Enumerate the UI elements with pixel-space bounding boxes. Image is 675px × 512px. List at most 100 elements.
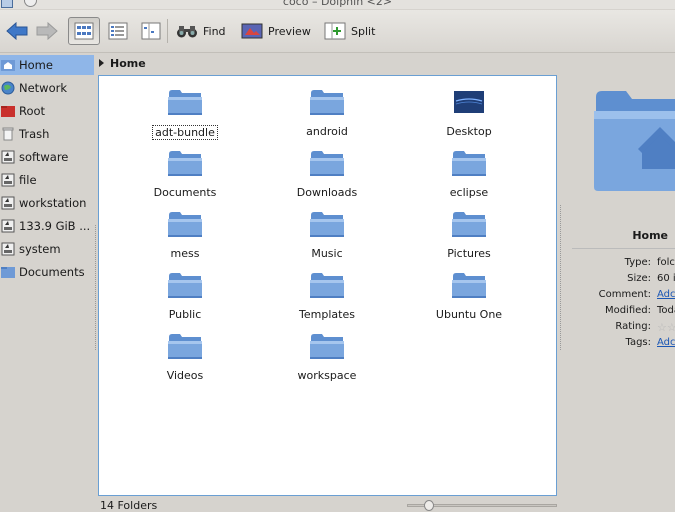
- place-item-133-9-gib[interactable]: 133.9 GiB ...: [0, 216, 94, 236]
- zoom-slider-handle[interactable]: [424, 500, 434, 511]
- file-item-label: android: [306, 125, 348, 138]
- breadcrumb-arrow-icon[interactable]: [99, 59, 104, 67]
- places-panel: Home Network Root Trash software file workstat…: [0, 53, 95, 511]
- status-text: 14 Folders: [100, 499, 158, 512]
- breadcrumb[interactable]: Home: [99, 55, 146, 71]
- drive-icon: [1, 196, 15, 210]
- drive-icon: [1, 173, 15, 187]
- file-item-documents[interactable]: Documents: [130, 150, 240, 199]
- file-item-label: workspace: [297, 369, 357, 382]
- folder-icon: [452, 151, 486, 176]
- info-property-row: Size: 60 i: [562, 273, 675, 287]
- star-icon[interactable]: ☆: [657, 321, 667, 334]
- info-property-key: Size:: [627, 273, 651, 284]
- file-item-eclipse[interactable]: eclipse: [414, 150, 524, 199]
- forward-button[interactable]: [32, 17, 62, 45]
- place-item-root[interactable]: Root: [0, 101, 94, 121]
- info-property-value: folc: [657, 257, 675, 268]
- place-item-label: Root: [19, 104, 46, 118]
- file-item-templates[interactable]: Templates: [272, 272, 382, 321]
- zoom-slider[interactable]: [407, 500, 557, 511]
- details-view-button[interactable]: [104, 17, 132, 45]
- toolbar-separator: [167, 19, 168, 43]
- title-bar: coco – Dolphin <2>: [0, 0, 675, 9]
- rating-stars[interactable]: ☆☆: [657, 321, 675, 334]
- file-item-pictures[interactable]: Pictures: [414, 211, 524, 260]
- drive-icon: [1, 242, 15, 256]
- arrow-left-icon: [6, 22, 28, 40]
- place-item-label: workstation: [19, 196, 87, 210]
- info-property-row: Type: folc: [562, 257, 675, 271]
- place-item-software[interactable]: software: [0, 147, 94, 167]
- file-item-workspace[interactable]: workspace: [272, 333, 382, 382]
- place-item-system[interactable]: system: [0, 239, 94, 259]
- preview-icon: [241, 23, 263, 39]
- drive-icon: [1, 219, 15, 233]
- place-item-file[interactable]: file: [0, 170, 94, 190]
- file-item-label: eclipse: [449, 186, 489, 199]
- file-item-label: adt-bundle: [152, 125, 218, 140]
- file-item-adt-bundle[interactable]: adt-bundle: [130, 89, 240, 140]
- root-folder-icon: [1, 106, 15, 117]
- folder-icon: [452, 273, 486, 298]
- trash-icon: [2, 127, 14, 141]
- info-property-link[interactable]: Adc: [657, 289, 675, 300]
- breadcrumb-home[interactable]: Home: [110, 57, 146, 70]
- place-item-network[interactable]: Network: [0, 78, 94, 98]
- info-property-key: Tags:: [625, 337, 651, 348]
- find-label: Find: [203, 24, 226, 38]
- split-icon: [324, 22, 346, 40]
- folder-icon: [1, 267, 15, 278]
- place-item-label: Trash: [19, 127, 50, 141]
- place-item-trash[interactable]: Trash: [0, 124, 94, 144]
- split-button[interactable]: Split: [320, 17, 379, 45]
- file-item-public[interactable]: Public: [130, 272, 240, 321]
- file-item-ubuntu-one[interactable]: Ubuntu One: [414, 272, 524, 321]
- columns-view-button[interactable]: [137, 17, 165, 45]
- file-item-videos[interactable]: Videos: [130, 333, 240, 382]
- find-button[interactable]: Find: [172, 17, 230, 45]
- file-item-mess[interactable]: mess: [130, 211, 240, 260]
- info-item-name: Home: [632, 229, 668, 242]
- place-item-label: software: [19, 150, 69, 164]
- info-property-key: Comment:: [598, 289, 651, 300]
- place-item-label: Documents: [19, 265, 85, 279]
- split-label: Split: [351, 24, 376, 38]
- info-property-row: Comment: Adc: [562, 289, 675, 303]
- file-item-label: Music: [311, 247, 343, 260]
- info-property-value: 60 i: [657, 273, 675, 284]
- place-item-documents[interactable]: Documents: [0, 262, 94, 282]
- file-view[interactable]: adt-bundle android Desktop Documents Downloa…: [98, 75, 557, 496]
- place-item-label: system: [19, 242, 61, 256]
- details-view-icon: [108, 22, 128, 40]
- star-icon[interactable]: ☆: [667, 321, 675, 334]
- info-property-link[interactable]: Adc: [657, 337, 675, 348]
- window-title: coco – Dolphin <2>: [282, 0, 393, 8]
- folder-icon: [168, 90, 202, 115]
- back-button[interactable]: [2, 17, 32, 45]
- columns-view-icon: [141, 22, 161, 40]
- file-item-android[interactable]: android: [272, 89, 382, 138]
- info-property-value: Toda: [657, 305, 675, 316]
- binoculars-icon: [177, 26, 197, 38]
- file-item-downloads[interactable]: Downloads: [272, 150, 382, 199]
- network-icon: [1, 81, 15, 95]
- file-item-label: Downloads: [296, 186, 358, 199]
- icons-view-icon: [74, 22, 94, 40]
- folder-icon: [310, 151, 344, 176]
- place-item-label: Home: [19, 58, 53, 72]
- icons-view-button[interactable]: [68, 17, 100, 45]
- file-item-music[interactable]: Music: [272, 211, 382, 260]
- file-item-desktop[interactable]: Desktop: [414, 89, 524, 138]
- arrow-right-icon: [36, 22, 58, 40]
- place-item-label: file: [19, 173, 37, 187]
- information-panel: Home Type: folc Size: 60 i Comment: Adc Modifi…: [562, 53, 675, 511]
- folder-icon: [310, 90, 344, 115]
- place-item-home[interactable]: Home: [0, 55, 94, 75]
- file-item-label: Pictures: [447, 247, 491, 260]
- place-item-workstation[interactable]: workstation: [0, 193, 94, 213]
- folder-icon: [168, 151, 202, 176]
- place-item-label: Network: [19, 81, 68, 95]
- place-item-label: 133.9 GiB ...: [19, 219, 91, 233]
- preview-button[interactable]: Preview: [237, 17, 315, 45]
